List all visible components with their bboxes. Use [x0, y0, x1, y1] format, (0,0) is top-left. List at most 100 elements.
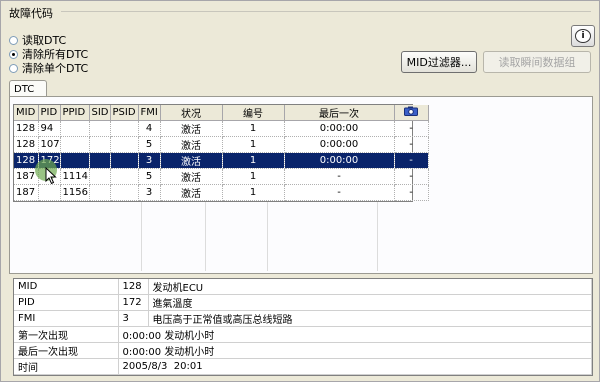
cell-sid: [89, 168, 111, 185]
mid-filter-button[interactable]: MID过滤器...: [401, 51, 477, 73]
cell-fmi: 3: [138, 152, 161, 169]
radio-clear-single-dtc[interactable]: 清除单个DTC: [9, 61, 88, 75]
dtc-window: 故障代码 读取DTC 清除所有DTC 清除单个DTC i MID过滤器... 读…: [0, 0, 600, 382]
detail-value: 0:00:00: [122, 347, 162, 358]
cell-status: 激活: [160, 168, 223, 185]
cell-last: -: [284, 184, 395, 201]
mouse-cursor-icon: [45, 167, 57, 185]
detail-label: MID: [14, 279, 119, 295]
grid-extension-line: [205, 201, 206, 271]
radio-button[interactable]: [9, 49, 18, 59]
cell-extra: -: [394, 184, 429, 201]
col-header-psid[interactable]: PSID: [110, 105, 139, 121]
detail-value: 172: [118, 294, 149, 311]
table-row[interactable]: 128 107 5 激活 1 0:00:00 -: [14, 136, 429, 153]
detail-label: 第一次出现: [14, 326, 119, 343]
cell-extra: -: [394, 168, 429, 185]
cell-ppid: [60, 152, 90, 169]
cell-last: 0:00:00: [284, 152, 395, 169]
cell-sid: [89, 120, 111, 137]
detail-row: FMI 3 电压高于正常值或高压总线短路: [14, 310, 592, 327]
detail-value: 3: [118, 310, 149, 327]
cell-sid: [89, 136, 111, 153]
cell-psid: [110, 168, 139, 185]
table-row[interactable]: 187 1114 5 激活 1 - -: [14, 168, 429, 185]
col-header-pid[interactable]: PID: [38, 105, 61, 121]
cell-sid: [89, 184, 111, 201]
col-header-mid[interactable]: MID: [14, 105, 39, 121]
cell-status: 激活: [160, 136, 223, 153]
cell-pid: 94: [38, 120, 61, 137]
cell-count: 1: [222, 168, 285, 185]
detail-value: 0:00:00: [122, 331, 162, 342]
cell-mid: 128: [14, 120, 39, 137]
detail-value: 128: [118, 279, 149, 295]
table-row[interactable]: 128 94 4 激活 1 0:00:00 -: [14, 120, 429, 137]
grid-extension-line: [267, 201, 268, 271]
table-row[interactable]: 187 1156 3 激活 1 - -: [14, 184, 429, 201]
col-header-count[interactable]: 编号: [222, 105, 285, 121]
cell-psid: [110, 152, 139, 169]
grid-extension-line: [141, 201, 142, 271]
cell-pid: [38, 184, 61, 201]
cell-fmi: 5: [138, 136, 161, 153]
col-header-sid[interactable]: SID: [89, 105, 111, 121]
radio-button[interactable]: [9, 63, 18, 73]
detail-description: 发动机小时: [164, 331, 215, 342]
tab-dtc[interactable]: DTC: [9, 80, 47, 97]
radio-read-dtc[interactable]: 读取DTC: [9, 33, 66, 47]
radio-label: 清除单个DTC: [22, 62, 89, 75]
detail-description: 進氣溫度: [148, 294, 592, 311]
col-header-last[interactable]: 最后一次: [284, 105, 395, 121]
help-button[interactable]: i: [571, 25, 595, 47]
cell-fmi: 5: [138, 168, 161, 185]
cell-extra: -: [394, 120, 429, 137]
detail-row: 第一次出现 0:00:00 发动机小时: [14, 326, 592, 343]
cell-last: 0:00:00: [284, 120, 395, 137]
table-header: MID PID PPID SID PSID FMI 状况 编号 最后一次: [14, 105, 429, 121]
cell-fmi: 3: [138, 184, 161, 201]
title-divider: [61, 11, 591, 12]
detail-value: 2005/8/3: [122, 361, 168, 372]
cell-fmi: 4: [138, 120, 161, 137]
grid-extension-line: [377, 201, 378, 271]
detail-row: 时间 2005/8/3 20:01: [14, 358, 592, 375]
col-header-camera[interactable]: [394, 105, 429, 121]
cell-count: 1: [222, 136, 285, 153]
cell-sid: [89, 152, 111, 169]
freeze-frame-button[interactable]: 读取瞬间数据组: [483, 51, 591, 73]
detail-description: 电压高于正常值或高压总线短路: [148, 310, 592, 327]
col-header-ppid[interactable]: PPID: [60, 105, 90, 121]
col-header-status[interactable]: 状况: [160, 105, 223, 121]
col-header-fmi[interactable]: FMI: [138, 105, 161, 121]
cell-ppid: 1156: [60, 184, 90, 201]
cell-mid: 128: [14, 136, 39, 153]
cell-ppid: [60, 136, 90, 153]
dtc-table[interactable]: MID PID PPID SID PSID FMI 状况 编号 最后一次 128…: [13, 104, 429, 202]
cell-mid: 128: [14, 152, 39, 169]
detail-description: 发动机ECU: [148, 279, 592, 295]
dtc-details-table: MID 128 发动机ECU PID 172 進氣溫度 FMI 3 电压高于正常…: [13, 278, 593, 376]
cell-psid: [110, 136, 139, 153]
cell-count: 1: [222, 184, 285, 201]
detail-description: 发动机小时: [164, 347, 215, 358]
cell-ppid: [60, 120, 90, 137]
cell-count: 1: [222, 152, 285, 169]
cell-pid: 107: [38, 136, 61, 153]
cell-status: 激活: [160, 184, 223, 201]
detail-label: 时间: [14, 358, 119, 375]
help-icon: i: [575, 29, 591, 43]
detail-value-combined: 0:00:00 发动机小时: [118, 342, 592, 359]
cell-last: 0:00:00: [284, 136, 395, 153]
cell-status: 激活: [160, 120, 223, 137]
detail-label: 最后一次出现: [14, 342, 119, 359]
cell-status: 激活: [160, 152, 223, 169]
cell-extra: -: [394, 152, 429, 169]
radio-button[interactable]: [9, 35, 18, 45]
detail-value-combined: 2005/8/3 20:01: [118, 358, 592, 375]
cell-psid: [110, 120, 139, 137]
table-row-selected[interactable]: 128 172 3 激活 1 0:00:00 -: [14, 152, 429, 169]
radio-clear-all-dtc[interactable]: 清除所有DTC: [9, 47, 88, 61]
detail-label: FMI: [14, 310, 119, 327]
cell-last: -: [284, 168, 395, 185]
